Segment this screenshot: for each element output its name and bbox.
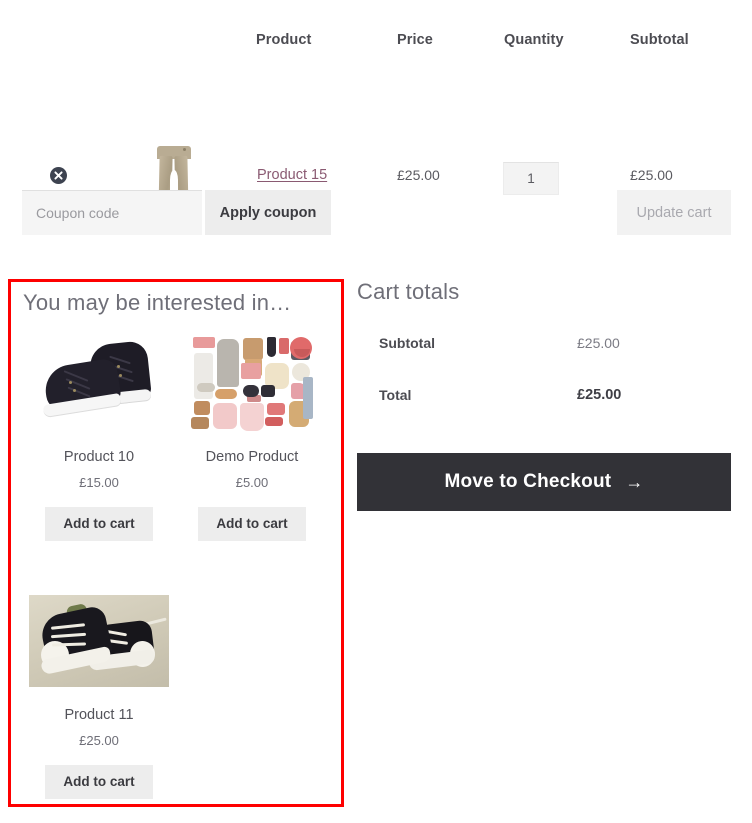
cart-totals-heading: Cart totals [357,279,460,304]
cart-item-name-link[interactable]: Product 15 [257,167,327,183]
product-price: £5.00 [235,475,269,490]
total-label: Total [379,387,412,403]
cart-table-header: Product Price Quantity Subtotal [0,0,752,62]
close-x-icon [54,171,63,180]
cart-item-row: Product 15 £25.00 £25.00 [0,62,752,215]
cart-item-subtotal: £25.00 [630,167,673,183]
subtotal-label: Subtotal [379,335,435,351]
upsell-product-card: Demo Product £5.00 Add to cart [177,328,327,541]
converse-sneakers-image [29,595,169,687]
add-to-cart-button[interactable]: Add to cart [45,765,153,799]
update-cart-button[interactable]: Update cart [617,190,731,235]
totals-row-subtotal: Subtotal £25.00 [357,335,735,387]
cart-totals-section: Cart totals Subtotal £25.00 Total £25.00… [357,279,735,511]
column-header-product: Product [256,32,312,48]
upsell-product-card: Product 10 £15.00 Add to cart [24,328,174,541]
cart-page: Product Price Quantity Subtotal Product … [0,0,752,823]
product-name: Demo Product [205,449,299,465]
cart-table: Product Price Quantity Subtotal Product … [0,0,752,215]
move-to-checkout-button[interactable]: Move to Checkout → [357,453,731,511]
product-price: £15.00 [79,475,119,490]
product-image-link[interactable] [24,328,174,438]
remove-item-button[interactable] [50,167,67,184]
subtotal-value: £25.00 [577,335,620,351]
add-to-cart-button[interactable]: Add to cart [45,507,153,541]
add-to-cart-button[interactable]: Add to cart [198,507,306,541]
coupon-row: Apply coupon Update cart [0,190,752,236]
column-header-subtotal: Subtotal [630,32,689,48]
product-image-link[interactable] [177,328,327,438]
product-price: £25.00 [79,733,119,748]
product-image-link[interactable] [24,586,174,696]
checkout-button-label: Move to Checkout [444,471,612,492]
cart-item-name-cell: Product 15 [257,166,327,183]
totals-row-total: Total £25.00 [357,387,735,439]
cart-totals-table: Subtotal £25.00 Total £25.00 [357,335,735,427]
column-header-price: Price [397,32,433,48]
apply-coupon-button[interactable]: Apply coupon [205,190,331,235]
black-sneakers-image [39,337,159,429]
fashion-collage-image [191,333,313,433]
coupon-code-input[interactable] [22,190,202,235]
column-header-quantity: Quantity [504,32,564,48]
total-value: £25.00 [577,387,622,403]
arrow-right-icon: → [625,472,644,492]
upsell-product-card: Product 11 £25.00 Add to cart [24,586,174,799]
cart-item-price: £25.00 [397,167,440,183]
upsell-heading: You may be interested in… [23,290,292,315]
upsell-section: You may be interested in… Product 10 £15… [8,279,344,807]
product-name: Product 10 [63,449,135,465]
product-name: Product 11 [64,707,134,723]
